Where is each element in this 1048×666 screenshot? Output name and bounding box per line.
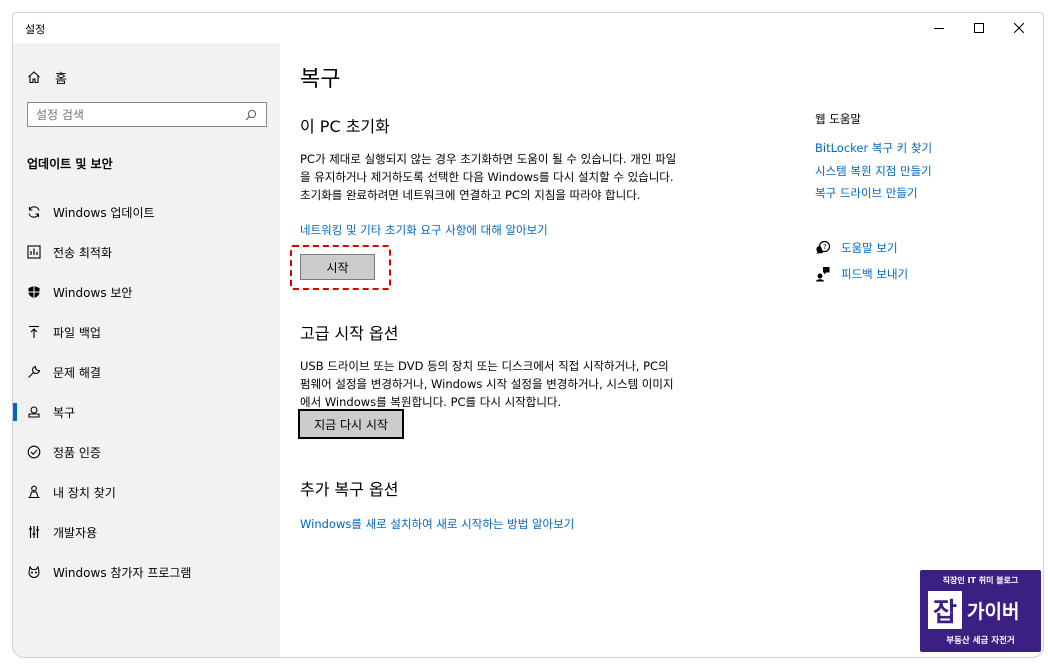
minimize-icon: [934, 28, 944, 29]
sidebar-item-recovery[interactable]: 복구: [13, 397, 280, 427]
watermark-name: 가이버: [967, 601, 1020, 623]
sidebar-item-activation[interactable]: 정품 인증: [13, 437, 280, 467]
watermark-big-letter: 잡: [928, 591, 962, 629]
sidebar-item-delivery-optimization[interactable]: 전송 최적화: [13, 237, 280, 267]
watermark-top-text: 직장인 IT 취미 블로그: [942, 576, 1019, 585]
sidebar-item-label: Windows 참가자 프로그램: [53, 565, 192, 580]
svg-text:?: ?: [823, 243, 827, 251]
help-title: 웹 도움말: [815, 112, 861, 126]
sidebar: 홈 업데이트 및 보안 Windows 업데이트 전송 최적화 Wi: [13, 43, 280, 657]
chat-help-icon: ?: [815, 240, 831, 256]
restart-now-button[interactable]: 지금 다시 시작: [298, 409, 404, 439]
get-help-label: 도움말 보기: [841, 241, 898, 255]
send-feedback-link[interactable]: 피드백 보내기: [815, 265, 908, 283]
window-title: 설정: [25, 23, 46, 36]
sidebar-item-label: 정품 인증: [53, 445, 101, 460]
sidebar-item-label: Windows 보안: [53, 285, 133, 300]
maximize-icon: [974, 23, 984, 33]
bitlocker-link[interactable]: BitLocker 복구 키 찾기: [815, 140, 932, 156]
sidebar-item-file-backup[interactable]: 파일 백업: [13, 317, 280, 347]
reset-description: PC가 제대로 실행되지 않는 경우 초기화하면 도움이 될 수 있습니다. 개…: [300, 152, 677, 202]
wrench-icon: [27, 365, 41, 379]
blog-watermark: 직장인 IT 취미 블로그 잡 가이버 부동산 세금 자전거: [920, 570, 1041, 652]
close-icon: [1014, 23, 1024, 33]
sync-icon: [27, 205, 41, 219]
insider-icon: [27, 565, 41, 579]
fresh-start-link[interactable]: Windows를 새로 설치하여 새로 시작하는 방법 알아보기: [300, 516, 574, 532]
home-label: 홈: [55, 71, 67, 87]
sidebar-item-windows-security[interactable]: Windows 보안: [13, 277, 280, 307]
sidebar-item-developers[interactable]: 개발자용: [13, 517, 280, 547]
sidebar-item-label: 내 장치 찾기: [53, 485, 116, 500]
recovery-icon: [27, 405, 41, 419]
send-feedback-label: 피드백 보내기: [841, 267, 909, 281]
advanced-startup-heading: 고급 시작 옵션: [300, 324, 399, 343]
maximize-button[interactable]: [959, 17, 999, 39]
title-bar[interactable]: 설정: [13, 13, 1043, 43]
settings-window: 설정 홈 업데이트 및 보안 Windows: [12, 12, 1044, 658]
delivery-optimization-icon: [27, 245, 41, 259]
search-box[interactable]: [27, 102, 267, 127]
person-location-icon: [27, 485, 41, 499]
sidebar-section-title: 업데이트 및 보안: [27, 157, 113, 171]
sidebar-item-label: Windows 업데이트: [53, 205, 155, 220]
advanced-startup-description: USB 드라이브 또는 DVD 등의 장치 또는 디스크에서 직접 시작하거나,…: [300, 359, 674, 409]
sidebar-item-label: 문제 해결: [53, 365, 101, 380]
shield-icon: [27, 285, 41, 299]
backup-arrow-icon: [27, 325, 41, 339]
developer-icon: [27, 525, 41, 539]
close-button[interactable]: [999, 17, 1039, 39]
get-help-link[interactable]: ? 도움말 보기: [815, 239, 898, 257]
feedback-icon: [815, 266, 831, 282]
reset-start-button[interactable]: 시작: [300, 254, 375, 280]
sidebar-item-insider-program[interactable]: Windows 참가자 프로그램: [13, 557, 280, 587]
sidebar-item-label: 개발자용: [53, 525, 98, 540]
minimize-button[interactable]: [919, 17, 959, 39]
reset-heading: 이 PC 초기화: [300, 117, 390, 136]
search-icon: [244, 108, 258, 122]
page-title: 복구: [300, 67, 341, 92]
sidebar-item-troubleshoot[interactable]: 문제 해결: [13, 357, 280, 387]
check-circle-icon: [27, 445, 41, 459]
reset-requirements-link[interactable]: 네트워킹 및 기타 초기화 요구 사항에 대해 알아보기: [300, 222, 548, 238]
sidebar-item-windows-update[interactable]: Windows 업데이트: [13, 197, 280, 227]
recovery-drive-link[interactable]: 복구 드라이브 만들기: [815, 185, 918, 201]
watermark-bottom-text: 부동산 세금 자전거: [946, 636, 1015, 646]
home-icon: [27, 70, 43, 84]
main-content: 복구 이 PC 초기화 PC가 제대로 실행되지 않는 경우 초기화하면 도움이…: [280, 43, 1043, 657]
sidebar-home[interactable]: 홈: [27, 67, 67, 87]
sidebar-item-label: 복구: [53, 405, 76, 420]
search-input[interactable]: [36, 107, 244, 122]
sidebar-item-label: 파일 백업: [53, 325, 101, 340]
restore-point-link[interactable]: 시스템 복원 지점 만들기: [815, 163, 932, 179]
sidebar-item-find-my-device[interactable]: 내 장치 찾기: [13, 477, 280, 507]
sidebar-item-label: 전송 최적화: [53, 245, 113, 260]
more-options-heading: 추가 복구 옵션: [300, 480, 399, 499]
